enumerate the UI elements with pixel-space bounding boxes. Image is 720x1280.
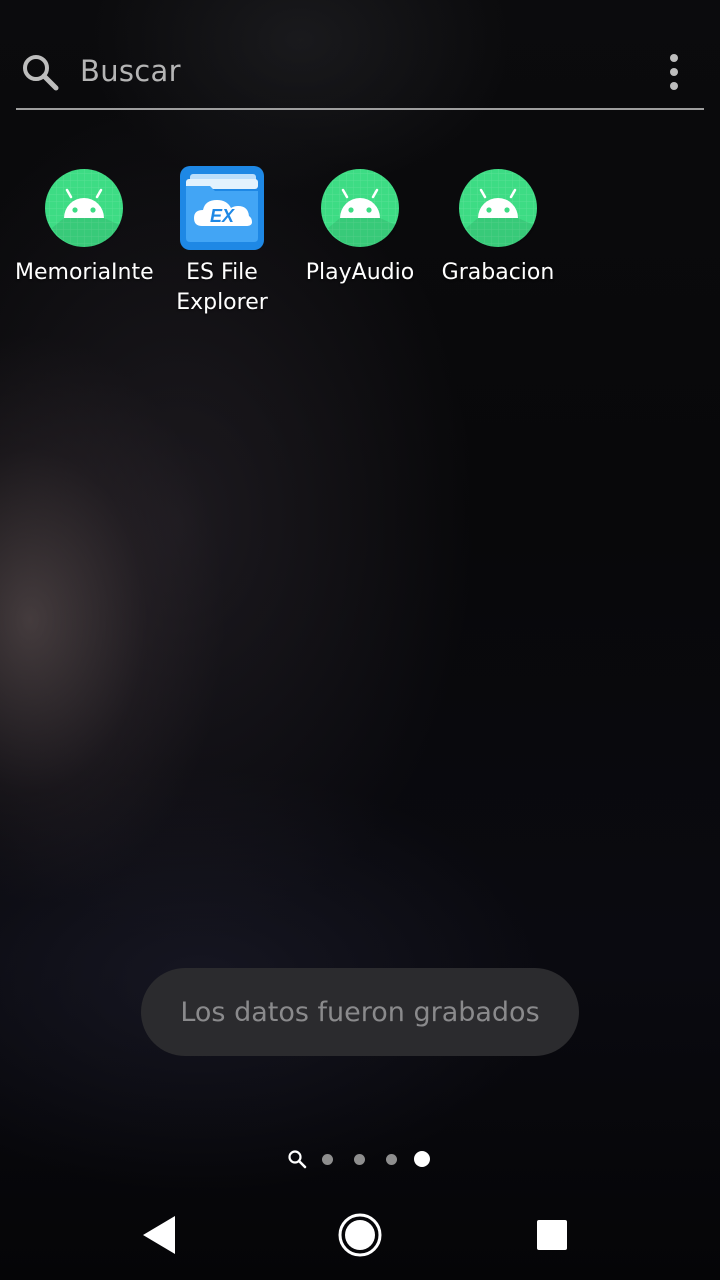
app-es-file-explorer[interactable]: EX ES File Explorer xyxy=(153,166,291,318)
page-indicator[interactable] xyxy=(0,1146,720,1172)
svg-text:EX: EX xyxy=(210,206,235,226)
recents-button[interactable] xyxy=(507,1190,597,1280)
app-memoriainte[interactable]: MemoriaInte xyxy=(15,166,153,288)
app-label: Grabacion xyxy=(441,260,555,285)
page-dot-active[interactable] xyxy=(414,1151,430,1167)
back-button[interactable] xyxy=(115,1190,205,1280)
android-icon xyxy=(45,169,123,248)
app-label: MemoriaInte xyxy=(15,260,153,285)
toast-message: Los datos fueron grabados xyxy=(180,996,540,1028)
search-placeholder[interactable]: Buscar xyxy=(80,54,181,88)
toast: Los datos fueron grabados xyxy=(141,968,579,1056)
home-icon xyxy=(338,1213,382,1257)
home-button[interactable] xyxy=(315,1190,405,1280)
android-icon xyxy=(459,169,537,248)
app-grabacion[interactable]: Grabacion xyxy=(429,166,567,288)
search-bar[interactable]: Buscar xyxy=(16,40,704,110)
back-icon xyxy=(143,1216,175,1254)
android-icon xyxy=(321,169,399,248)
page-dot[interactable] xyxy=(354,1154,365,1165)
es-file-explorer-icon: EX xyxy=(180,166,264,250)
recents-icon xyxy=(537,1220,567,1250)
page-dot[interactable] xyxy=(386,1154,397,1165)
search-icon xyxy=(23,55,59,91)
overflow-menu-icon[interactable] xyxy=(664,54,684,90)
app-playaudio[interactable]: PlayAudio xyxy=(291,166,429,288)
app-label: PlayAudio xyxy=(305,260,415,285)
search-page-icon[interactable] xyxy=(287,1149,307,1169)
navigation-bar xyxy=(0,1190,720,1280)
page-dot[interactable] xyxy=(322,1154,333,1165)
app-label: ES File Explorer xyxy=(176,260,268,315)
